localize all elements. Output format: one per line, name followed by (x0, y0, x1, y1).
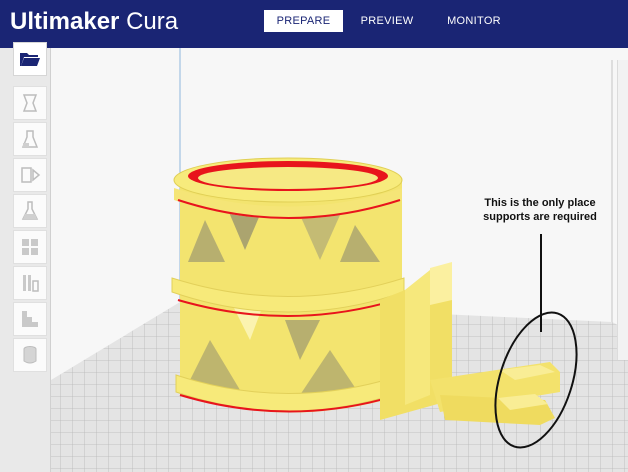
cylinder-tool-button[interactable] (13, 338, 47, 372)
scale-tool-button[interactable] (13, 122, 47, 156)
app-logo: Ultimaker Cura (10, 8, 178, 36)
per-model-settings-icon (22, 239, 38, 255)
move-tool-button[interactable] (13, 86, 47, 120)
viewport-scrollbar[interactable] (617, 60, 628, 360)
tab-monitor[interactable]: MONITOR (440, 10, 508, 32)
scene (51, 48, 628, 472)
support-blocker-icon (23, 275, 39, 292)
per-model-settings-button[interactable] (13, 230, 47, 264)
model-cup (171, 157, 405, 413)
layer-stairs-button[interactable] (13, 302, 47, 336)
annotation-text: This is the only place supports are requ… (470, 196, 610, 224)
annotation-line-2: supports are required (483, 211, 597, 223)
tab-prepare[interactable]: PREPARE (264, 10, 343, 32)
brand-name: Ultimaker (10, 8, 120, 35)
top-bar: Ultimaker Cura PREPARE PREVIEW MONITOR (0, 0, 628, 48)
mirror-tool-button[interactable] (13, 194, 47, 228)
move-icon (22, 94, 38, 112)
open-folder-icon (20, 53, 40, 66)
cylinder-icon (23, 346, 37, 364)
support-blocker-button[interactable] (13, 266, 47, 300)
rotate-tool-button[interactable] (13, 158, 47, 192)
annotation-line-1: This is the only place (484, 197, 596, 209)
mirror-icon (21, 201, 39, 220)
brand-product: Cura (126, 8, 179, 35)
3d-viewport[interactable] (51, 48, 628, 472)
scale-icon (21, 130, 39, 148)
open-file-button[interactable] (13, 42, 47, 76)
stairs-icon (22, 311, 38, 327)
tab-preview[interactable]: PREVIEW (354, 10, 420, 32)
rotate-icon (21, 167, 41, 183)
